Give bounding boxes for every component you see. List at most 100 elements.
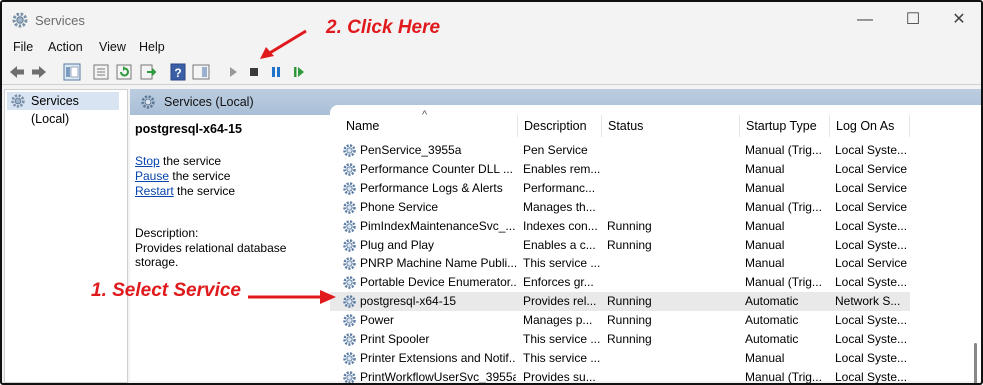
table-row[interactable]: Performance Counter DLL ... Enables rem..… [330,160,910,179]
services-window: Services — ☐ ✕ File Action View Help ? S… [0,0,983,385]
service-startup-cell: Automatic [745,332,799,346]
column-log-on-as[interactable]: Log On As [830,115,910,137]
service-logon-cell: Local Syste... [835,369,908,384]
table-row[interactable]: PenService_3955a Pen Service Manual (Trig.… [330,141,910,160]
service-name-cell: PenService_3955a [360,143,462,157]
service-name-cell: PrintWorkflowUserSvc_3955a [360,369,516,384]
export-list-icon[interactable] [139,63,157,81]
restart-link[interactable]: Restart [135,184,174,198]
service-name-cell: PNRP Machine Name Publi... [360,256,516,271]
service-description-cell: Manages p... [523,313,593,328]
help-icon[interactable]: ? [169,63,187,81]
close-button[interactable]: ✕ [939,8,979,32]
pause-service-icon[interactable] [267,63,285,81]
service-logon-cell: Local Syste... [835,143,908,157]
pause-action: Pause the service [135,169,230,183]
service-logon-cell: Network S... [835,294,901,309]
column-status[interactable]: Status [602,115,740,137]
services-gear-icon [141,95,155,109]
table-row[interactable]: postgresql-x64-15 Provides rel... Running A… [330,292,910,312]
service-startup-cell: Manual [745,161,785,176]
menu-file[interactable]: File [13,40,33,54]
service-gear-icon [343,371,356,383]
column-name[interactable]: Name [340,115,518,137]
service-gear-icon [343,200,356,214]
table-row[interactable]: Portable Device Enumerator... Enforces gr… [330,273,910,292]
console-tree-icon[interactable] [63,63,81,81]
column-startup-type[interactable]: Startup Type [740,115,830,137]
title-bar: Services — ☐ ✕ [2,2,981,38]
service-status-cell: Running [607,294,652,309]
service-name-cell: Performance Logs & Alerts [360,180,503,195]
services-list: ^ Name Description Status Startup Type L… [330,105,981,383]
service-description-cell: Enables rem... [523,161,601,176]
service-logon-cell: Local Syste... [835,350,908,365]
table-row[interactable]: PNRP Machine Name Publi... This service .… [330,254,910,273]
service-gear-icon [343,144,356,157]
service-startup-cell: Manual [745,350,785,365]
service-startup-cell: Manual [745,256,785,271]
service-gear-icon [343,238,356,252]
service-logon-cell: Local Service [835,256,908,271]
forward-arrow-icon[interactable] [30,63,48,81]
service-gear-icon [343,314,356,327]
table-row[interactable]: Printer Extensions and Notif... This serv… [330,349,910,368]
service-name-cell: Power [360,313,395,328]
service-startup-cell: Manual (Trig... [745,275,822,290]
vertical-scrollbar[interactable] [974,343,977,383]
service-status-cell: Running [607,313,652,328]
service-name-cell: Printer Extensions and Notif... [360,350,516,365]
column-description[interactable]: Description [518,115,602,137]
stop-service-icon[interactable] [245,63,263,81]
table-row[interactable]: Plug and Play Enables a c... Running Manual… [330,236,910,255]
service-gear-icon [343,163,356,176]
service-gear-icon [343,219,356,233]
toolbar: ? [2,60,981,85]
service-logon-cell: Local Service [835,199,908,214]
service-startup-cell: Manual (Trig... [745,143,822,157]
service-startup-cell: Automatic [745,313,799,328]
service-logon-cell: Local Service [835,180,908,195]
menu-view[interactable]: View [99,40,126,54]
refresh-icon[interactable] [115,63,133,81]
annotation-select-service: 1. Select Service [91,280,241,301]
service-startup-cell: Automatic [745,294,799,309]
table-row[interactable]: PrintWorkflowUserSvc_3955a Provides su...… [330,368,910,384]
service-status-cell: Running [607,237,652,252]
stop-link[interactable]: Stop [135,154,160,168]
services-gear-icon [11,94,25,108]
restart-service-icon[interactable] [290,63,308,81]
service-name-cell: Portable Device Enumerator... [360,275,516,290]
services-pane: Services (Local) postgresql-x64-15 Stop … [130,89,981,383]
stop-action-text: the service [159,154,222,168]
table-row[interactable]: Power Manages p... Running Automatic Local S… [330,311,910,330]
service-description-cell: Indexes con... [523,218,598,233]
service-logon-cell: Local Syste... [835,332,908,346]
tree-item-label: Services (Local) [31,94,79,126]
menu-help[interactable]: Help [139,40,165,54]
service-description-cell: Manages th... [523,199,596,214]
maximize-button[interactable]: ☐ [893,8,933,32]
properties-sheet-icon[interactable] [92,63,110,81]
column-headers: ^ Name Description Status Startup Type L… [330,109,981,137]
tree-item-services-local[interactable]: Services (Local) [7,92,119,126]
table-row[interactable]: Performance Logs & Alerts Performanc... Ma… [330,179,910,198]
service-startup-cell: Manual (Trig... [745,369,822,384]
minimize-button[interactable]: — [845,8,885,32]
table-row[interactable]: Print Spooler This service ... Running Auto… [330,330,910,349]
pause-link[interactable]: Pause [135,169,169,183]
action-pane-icon[interactable] [192,63,210,81]
service-description-cell: Performanc... [523,180,596,195]
table-row[interactable]: Phone Service Manages th... Manual (Trig..… [330,198,910,217]
menu-action[interactable]: Action [48,40,83,54]
service-gear-icon [343,295,356,308]
stop-action: Stop the service [135,154,221,168]
start-service-icon[interactable] [224,63,242,81]
service-description-cell: Provides su... [523,369,596,384]
menu-bar: File Action View Help [2,38,981,58]
pane-header-title: Services (Local) [164,95,254,109]
service-name-cell: Print Spooler [360,332,430,346]
table-row[interactable]: PimIndexMaintenanceSvc_... Indexes con...… [330,217,910,236]
selected-service-name: postgresql-x64-15 [135,122,242,136]
back-arrow-icon[interactable] [8,63,26,81]
